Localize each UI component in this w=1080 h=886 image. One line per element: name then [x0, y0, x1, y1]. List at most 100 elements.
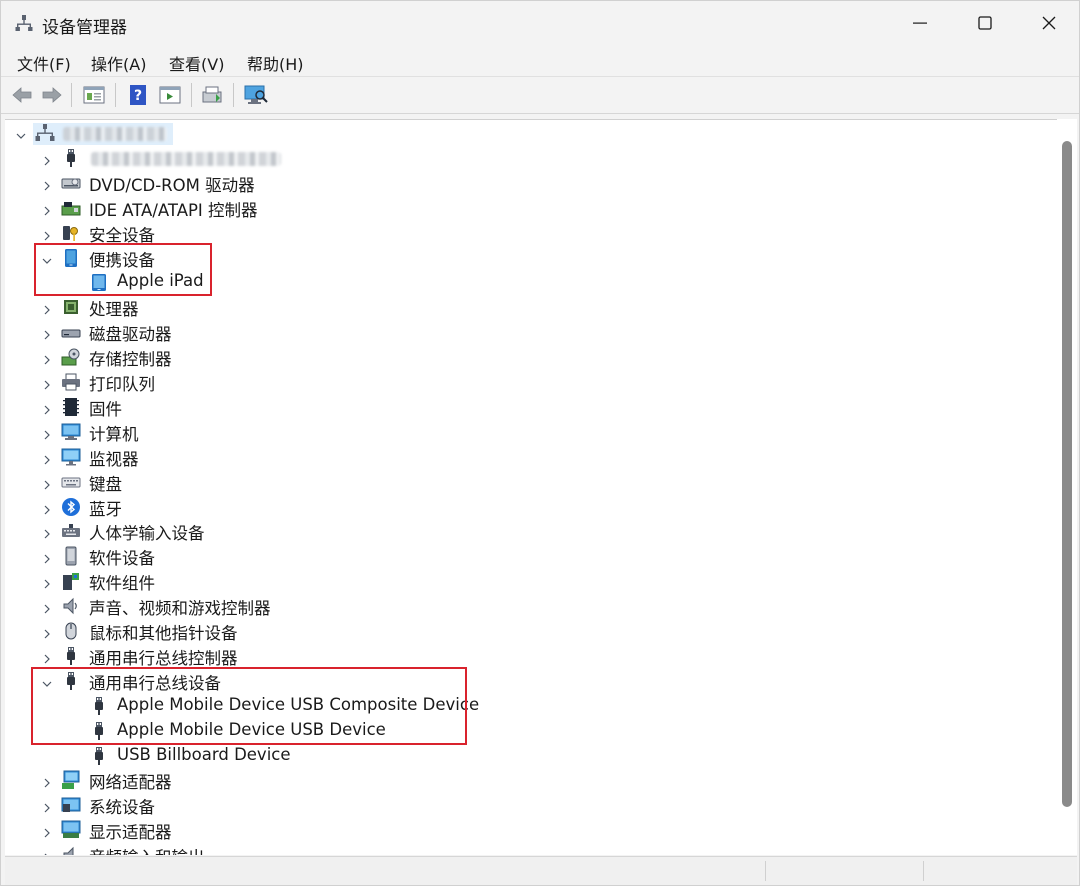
tree-category[interactable]: 声音、视频和游戏控制器: [5, 594, 1055, 619]
update-driver-button[interactable]: [199, 82, 225, 108]
expand-chevron[interactable]: [41, 625, 53, 639]
menu-action[interactable]: 操作(A): [89, 50, 148, 76]
scan-hardware-button[interactable]: [243, 82, 269, 108]
tree-category[interactable]: 人体学输入设备: [5, 519, 1055, 544]
toolbar: ?: [1, 76, 1079, 114]
tree-item-label: 存储控制器: [89, 350, 172, 370]
vertical-scrollbar[interactable]: [1057, 119, 1077, 855]
expand-chevron[interactable]: [41, 550, 53, 564]
expand-chevron[interactable]: [41, 401, 53, 415]
computer-icon: [61, 423, 81, 440]
tree-category[interactable]: 网络适配器: [5, 768, 1055, 793]
tree-category[interactable]: 存储控制器: [5, 345, 1055, 370]
expand-chevron[interactable]: [41, 650, 53, 664]
close-icon: [1042, 16, 1056, 30]
expand-chevron[interactable]: [41, 799, 53, 813]
expand-chevron[interactable]: [41, 451, 53, 465]
tree-category[interactable]: 安全设备: [5, 221, 1055, 246]
properties-icon: [83, 86, 105, 104]
maximize-button[interactable]: [952, 1, 1018, 45]
tree-root-computer[interactable]: [5, 121, 1055, 146]
tree-category[interactable]: 监视器: [5, 445, 1055, 470]
tree-item-label: USB Billboard Device: [117, 744, 291, 764]
expand-chevron[interactable]: [41, 824, 53, 838]
tree-category[interactable]: 显示适配器: [5, 818, 1055, 843]
usb-plug-icon: [95, 746, 103, 765]
status-bar: [5, 856, 1077, 885]
back-arrow-icon: [12, 87, 32, 103]
help-button[interactable]: ?: [125, 82, 151, 108]
expand-chevron[interactable]: [41, 476, 53, 490]
tree-category[interactable]: DVD/CD-ROM 驱动器: [5, 171, 1055, 196]
expand-chevron[interactable]: [41, 774, 53, 788]
tree-category[interactable]: 蓝牙: [5, 495, 1055, 520]
expand-chevron[interactable]: [41, 501, 53, 514]
tree-category[interactable]: 系统设备: [5, 793, 1055, 818]
expand-chevron[interactable]: [41, 849, 53, 855]
help-icon: ?: [130, 85, 146, 105]
expand-chevron[interactable]: [41, 376, 53, 390]
expand-chevron[interactable]: [41, 301, 53, 315]
audio-io-icon: [63, 846, 74, 855]
expand-chevron[interactable]: [41, 326, 53, 340]
tree-category[interactable]: 软件设备: [5, 544, 1055, 569]
tree-category[interactable]: 处理器: [5, 295, 1055, 320]
expand-chevron[interactable]: [41, 351, 53, 365]
expand-chevron[interactable]: [41, 152, 53, 166]
tree-category[interactable]: 键盘: [5, 470, 1055, 495]
tree-item-label: IDE ATA/ATAPI 控制器: [89, 200, 258, 220]
expand-chevron[interactable]: [41, 426, 53, 440]
tree-category[interactable]: [5, 146, 1055, 171]
tree-device[interactable]: USB Billboard Device: [5, 744, 1055, 769]
title-bar[interactable]: 设备管理器: [1, 1, 1079, 45]
system-device-icon: [61, 795, 81, 815]
bluetooth-icon: [62, 497, 80, 516]
toolbar-separator: [233, 83, 234, 107]
processor-icon: [64, 300, 78, 315]
tree-item-label: 固件: [89, 399, 122, 419]
chevron-right-icon: [44, 231, 50, 241]
network-adapter-icon: [62, 770, 80, 790]
toolbar-separator: [191, 83, 192, 107]
menu-view[interactable]: 查看(V): [167, 50, 226, 76]
dvd-drive-icon: [61, 178, 81, 189]
scrollbar-thumb[interactable]: [1062, 141, 1072, 807]
minimize-button[interactable]: [887, 1, 953, 45]
close-button[interactable]: [1016, 1, 1080, 45]
properties-button[interactable]: [81, 82, 107, 108]
tree-category[interactable]: 通用串行总线控制器: [5, 644, 1055, 669]
menu-help[interactable]: 帮助(H): [245, 50, 306, 76]
expand-chevron[interactable]: [41, 600, 53, 614]
firmware-icon: [61, 397, 81, 417]
tree-category[interactable]: 固件: [5, 395, 1055, 420]
expand-chevron[interactable]: [41, 575, 53, 589]
tree-item-label: 显示适配器: [89, 823, 172, 843]
chevron-right-icon: [44, 305, 50, 315]
tree-category[interactable]: 磁盘驱动器: [5, 320, 1055, 345]
software-component-icon: [61, 571, 81, 591]
forward-button[interactable]: [39, 82, 65, 108]
tree-category[interactable]: 鼠标和其他指针设备: [5, 619, 1055, 644]
menu-file[interactable]: 文件(F): [15, 50, 73, 76]
expand-chevron[interactable]: [41, 202, 53, 216]
menu-bar: 文件(F) 操作(A) 查看(V) 帮助(H): [1, 45, 1079, 76]
svg-text:?: ?: [134, 88, 142, 104]
tree-item-label: 音频输入和输出: [89, 844, 205, 855]
run-button[interactable]: [157, 82, 183, 108]
tree-category[interactable]: 软件组件: [5, 569, 1055, 594]
chevron-right-icon: [44, 654, 50, 664]
tree-category[interactable]: 音频输入和输出: [5, 843, 1055, 855]
back-button[interactable]: [9, 82, 35, 108]
network-adapter-icon: [61, 770, 81, 790]
tree-category[interactable]: 计算机: [5, 420, 1055, 445]
tree-category[interactable]: IDE ATA/ATAPI 控制器: [5, 196, 1055, 221]
chevron-right-icon: [44, 355, 50, 365]
collapse-chevron[interactable]: [15, 127, 27, 139]
expand-chevron[interactable]: [41, 227, 53, 241]
tree-category[interactable]: 打印队列: [5, 370, 1055, 395]
tree-item-label: 声音、视频和游戏控制器: [89, 599, 271, 619]
toolbar-separator: [115, 83, 116, 107]
chevron-right-icon: [44, 156, 50, 166]
expand-chevron[interactable]: [41, 177, 53, 191]
expand-chevron[interactable]: [41, 525, 53, 539]
